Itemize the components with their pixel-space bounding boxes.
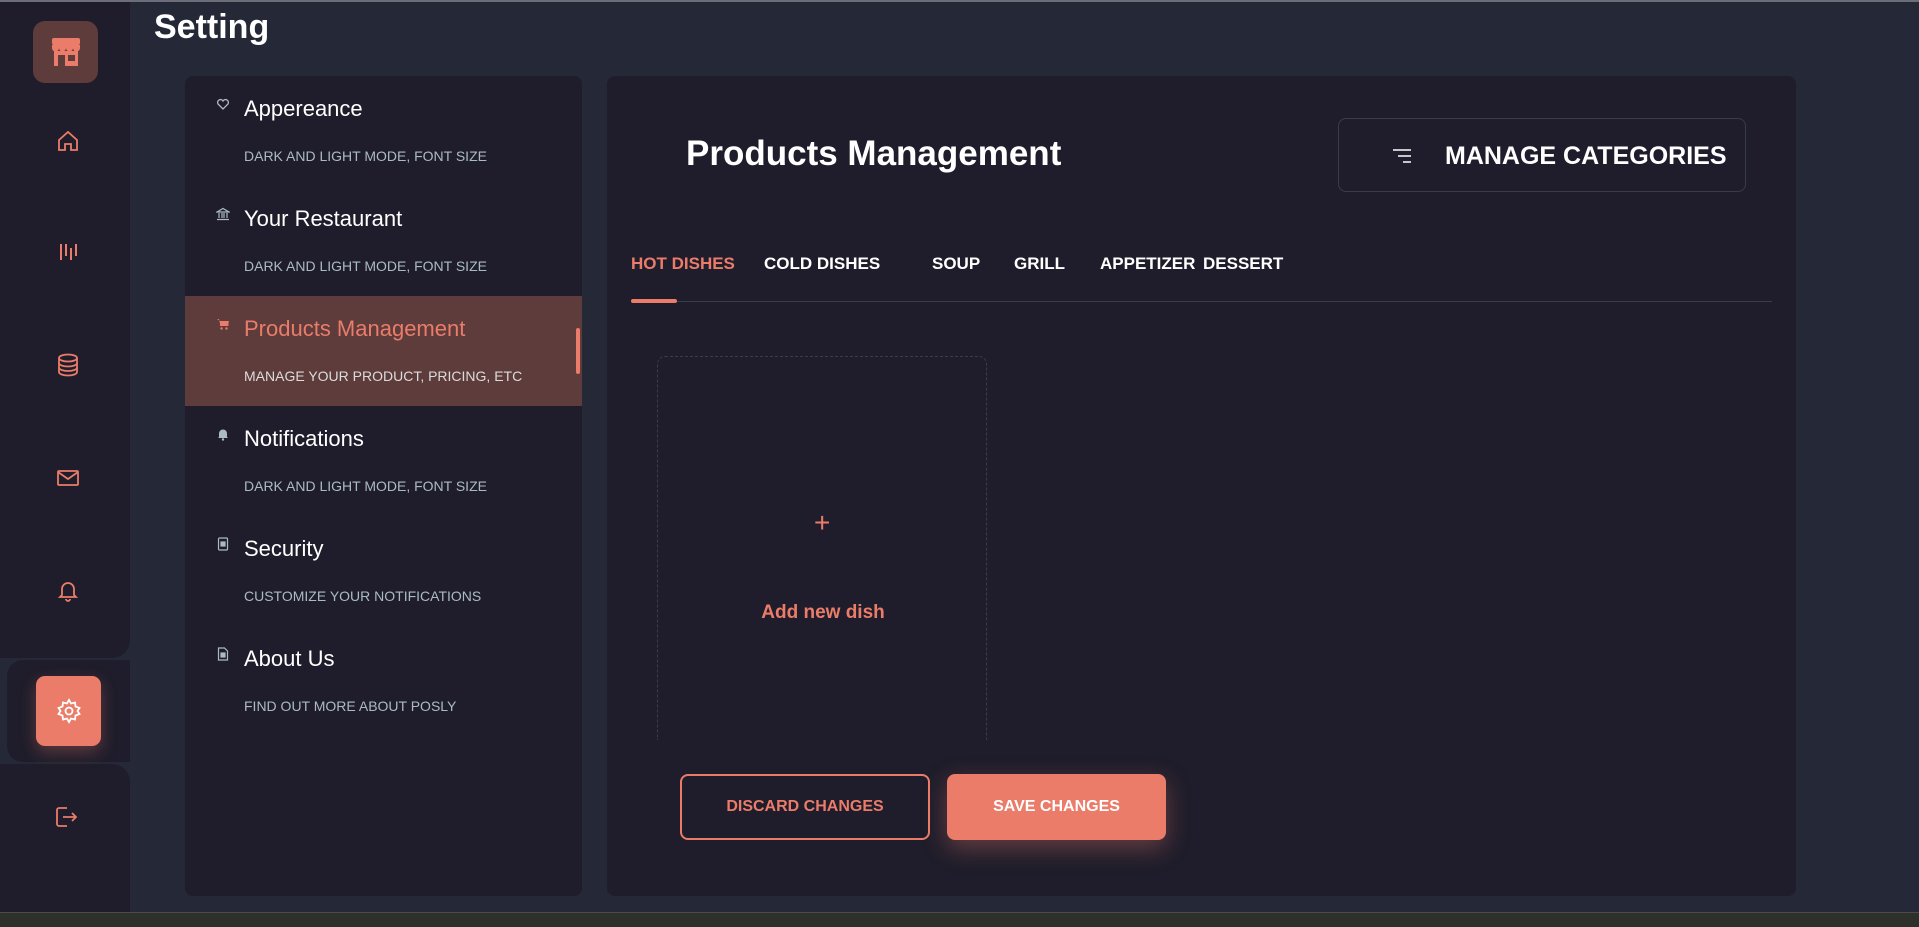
menu-item-subtitle: FIND OUT MORE ABOUT POSLY (244, 698, 457, 714)
add-new-dish-card[interactable]: + Add new dish (657, 356, 987, 740)
menu-item-your-restaurant[interactable]: Your Restaurant DARK AND LIGHT MODE, FON… (185, 186, 582, 296)
page-title: Setting (154, 8, 270, 46)
tab-cold-dishes[interactable]: COLD DISHES (764, 254, 880, 274)
plus-icon: + (814, 507, 831, 538)
menu-item-subtitle: DARK AND LIGHT MODE, FONT SIZE (244, 258, 487, 274)
menu-item-title: Products Management (244, 316, 466, 341)
icon-rail-bottom (0, 764, 130, 912)
lock-icon (215, 536, 231, 552)
menu-item-title: Security (244, 536, 324, 561)
database-icon[interactable] (48, 345, 88, 385)
store-logo-icon[interactable] (33, 21, 98, 83)
gear-icon (55, 697, 83, 725)
home-icon[interactable] (48, 121, 88, 161)
menu-item-notifications[interactable]: Notifications DARK AND LIGHT MODE, FONT … (185, 406, 582, 516)
tab-dessert[interactable]: DESSERT (1203, 254, 1283, 274)
menu-item-title: About Us (244, 646, 335, 671)
heart-icon (215, 96, 231, 112)
tab-soup[interactable]: SOUP (932, 254, 980, 274)
manage-categories-label: MANAGE CATEGORIES (1445, 142, 1727, 170)
tab-grill[interactable]: GRILL (1014, 254, 1065, 274)
icon-rail (0, 2, 130, 658)
panel-title: Products Management (686, 134, 1062, 173)
filter-icon (1391, 147, 1413, 165)
menu-item-subtitle: CUSTOMIZE YOUR NOTIFICATIONS (244, 588, 482, 604)
cart-icon (215, 316, 231, 332)
mail-icon[interactable] (48, 458, 88, 498)
menu-item-subtitle: DARK AND LIGHT MODE, FONT SIZE (244, 478, 487, 494)
menu-item-title: Your Restaurant (244, 206, 403, 231)
menu-item-products-management[interactable]: Products Management MANAGE YOUR PRODUCT,… (185, 296, 582, 406)
taskbar-strip (0, 912, 1919, 927)
bell-icon (215, 426, 231, 442)
add-new-dish-label: Add new dish (761, 602, 885, 623)
menu-item-about-us[interactable]: About Us FIND OUT MORE ABOUT POSLY (185, 626, 582, 736)
menu-item-title: Notifications (244, 426, 364, 451)
window-top-border (0, 0, 1919, 2)
document-icon (215, 646, 231, 662)
active-tab-indicator (631, 299, 677, 303)
logout-icon[interactable] (46, 797, 86, 837)
menu-item-appearance[interactable]: Appereance DARK AND LIGHT MODE, FONT SIZ… (185, 76, 582, 186)
manage-categories-button[interactable]: MANAGE CATEGORIES (1338, 118, 1746, 192)
bell-icon[interactable] (48, 570, 88, 610)
menu-item-title: Appereance (244, 96, 363, 121)
bank-icon (215, 206, 231, 222)
active-indicator (576, 328, 580, 374)
products-panel: Products Management MANAGE CATEGORIES HO… (607, 76, 1796, 896)
settings-menu: Appereance DARK AND LIGHT MODE, FONT SIZ… (185, 76, 582, 896)
tab-appetizer[interactable]: APPETIZER (1100, 254, 1195, 274)
settings-button[interactable] (36, 676, 101, 746)
discard-changes-button[interactable]: DISCARD CHANGES (680, 774, 930, 840)
menu-item-subtitle: DARK AND LIGHT MODE, FONT SIZE (244, 148, 487, 164)
menu-item-security[interactable]: Security CUSTOMIZE YOUR NOTIFICATIONS (185, 516, 582, 626)
menu-item-subtitle: MANAGE YOUR PRODUCT, PRICING, ETC (244, 368, 523, 384)
tab-hot-dishes[interactable]: HOT DISHES (631, 254, 735, 274)
save-changes-button[interactable]: SAVE CHANGES (947, 774, 1166, 840)
discount-icon[interactable] (48, 232, 88, 272)
category-tabs: HOT DISHES COLD DISHES SOUP GRILL APPETI… (631, 254, 1772, 303)
